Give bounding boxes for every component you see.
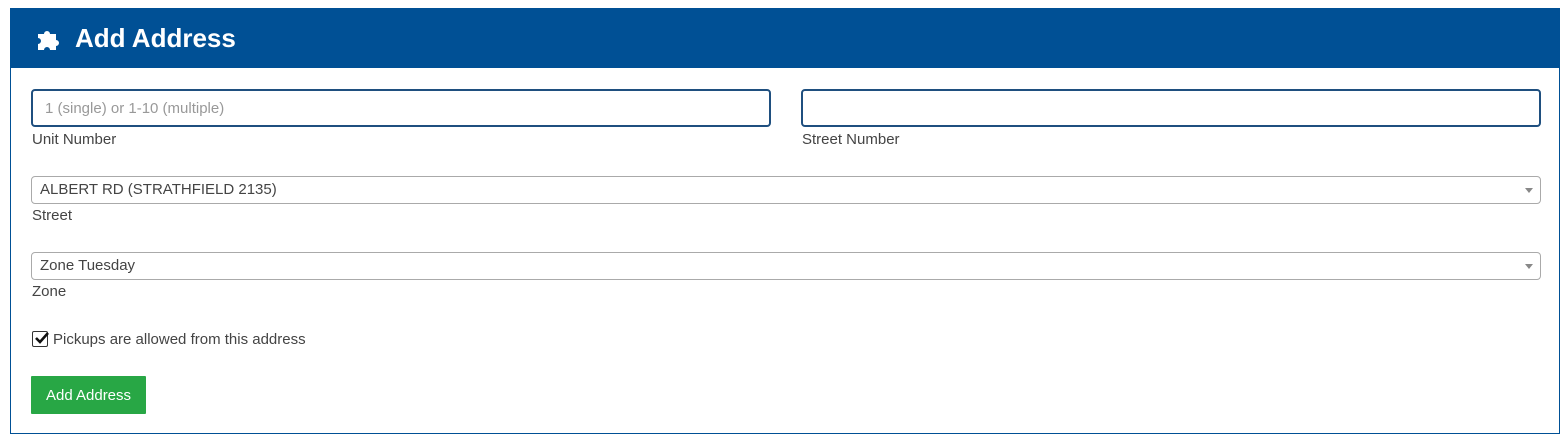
zone-select-value: Zone Tuesday	[40, 257, 136, 274]
puzzle-piece-icon	[35, 25, 63, 53]
checkmark-icon	[35, 332, 49, 344]
unit-number-input[interactable]	[31, 89, 771, 127]
street-select-value: ALBERT RD (STRATHFIELD 2135)	[40, 181, 277, 198]
zone-label: Zone	[32, 283, 67, 300]
pickups-label: Pickups are allowed from this address	[53, 331, 306, 348]
street-number-input[interactable]	[801, 89, 1541, 127]
chevron-down-icon	[1525, 188, 1533, 193]
pickups-checkbox[interactable]	[32, 331, 49, 347]
add-address-panel: Add Address Unit Number Street Number AL…	[10, 8, 1560, 434]
street-number-label: Street Number	[802, 131, 900, 148]
page-title: Add Address	[75, 23, 236, 53]
street-select[interactable]: ALBERT RD (STRATHFIELD 2135)	[31, 176, 1541, 204]
add-address-button[interactable]: Add Address	[31, 376, 146, 414]
street-label: Street	[32, 207, 73, 224]
chevron-down-icon	[1525, 264, 1533, 269]
panel-header: Add Address	[11, 9, 1559, 68]
unit-number-label: Unit Number	[32, 131, 117, 148]
zone-select[interactable]: Zone Tuesday	[31, 252, 1541, 280]
